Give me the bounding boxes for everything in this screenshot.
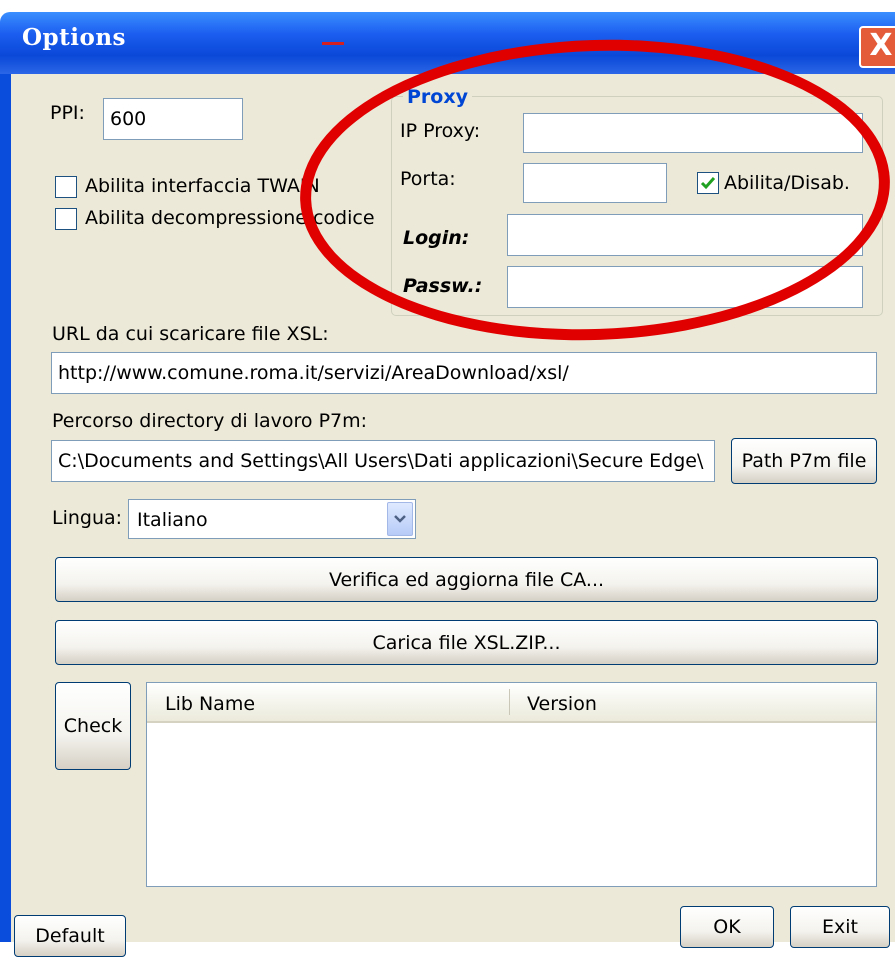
port-label: Porta: <box>400 168 456 190</box>
window-left-border <box>0 74 11 942</box>
proxy-enable-checkbox[interactable] <box>697 172 719 194</box>
exit-button-label: Exit <box>822 916 858 938</box>
proxy-enable-label: Abilita/Disab. <box>724 172 850 194</box>
path-p7m-button[interactable]: Path P7m file <box>731 438 877 484</box>
window-title: Options <box>22 24 126 51</box>
twain-label: Abilita interfaccia TWAIN <box>85 175 320 197</box>
xsl-url-label: URL da cui scaricare file XSL: <box>52 323 329 345</box>
ok-button-label: OK <box>713 916 741 938</box>
dropdown-button[interactable] <box>387 502 413 536</box>
port-input[interactable] <box>523 163 667 203</box>
language-label: Lingua: <box>52 507 123 529</box>
column-divider[interactable] <box>509 689 510 715</box>
default-button[interactable]: Default <box>14 915 126 957</box>
p7m-path-value: C:\Documents and Settings\All Users\Dati… <box>58 449 704 472</box>
xsl-url-input[interactable]: http://www.comune.roma.it/servizi/AreaDo… <box>51 352 877 394</box>
exit-button[interactable]: Exit <box>790 906 890 948</box>
list-header: Lib Name Version <box>147 683 876 723</box>
language-selected: Italiano <box>137 509 208 531</box>
ppi-label: PPI: <box>50 102 85 124</box>
column-header-version[interactable]: Version <box>527 693 597 715</box>
load-xsl-label: Carica file XSL.ZIP... <box>372 631 561 654</box>
load-xsl-button[interactable]: Carica file XSL.ZIP... <box>55 620 878 665</box>
ppi-value: 600 <box>110 107 147 130</box>
language-select[interactable]: Italiano <box>128 499 416 539</box>
verify-ca-label: Verifica ed aggiorna file CA... <box>328 568 605 591</box>
check-button[interactable]: Check <box>55 682 131 770</box>
ppi-input[interactable]: 600 <box>103 98 243 140</box>
p7m-path-input[interactable]: C:\Documents and Settings\All Users\Dati… <box>51 440 715 482</box>
decompress-label: Abilita decompressione codice <box>85 207 375 229</box>
column-header-lib-name[interactable]: Lib Name <box>165 693 255 715</box>
check-button-label: Check <box>63 715 123 737</box>
chevron-down-icon <box>394 515 406 523</box>
path-p7m-button-label: Path P7m file <box>741 450 867 472</box>
ip-proxy-label: IP Proxy: <box>400 120 481 142</box>
proxy-legend: Proxy <box>403 86 472 108</box>
p7m-label: Percorso directory di lavoro P7m: <box>52 410 368 432</box>
default-button-label: Default <box>35 925 105 947</box>
close-icon: X <box>869 28 893 63</box>
close-button[interactable]: X <box>859 26 895 68</box>
options-window: Options X PPI: 600 Abilita interfaccia T… <box>0 0 895 961</box>
twain-checkbox[interactable] <box>55 176 77 198</box>
login-input[interactable] <box>507 214 863 256</box>
password-input[interactable] <box>507 266 863 308</box>
login-label: Login: <box>403 227 470 249</box>
title-bar[interactable]: Options X <box>0 12 895 74</box>
ip-proxy-input[interactable] <box>523 113 863 153</box>
ok-button[interactable]: OK <box>680 906 774 948</box>
password-label: Passw.: <box>403 275 483 297</box>
decompress-checkbox[interactable] <box>55 208 77 230</box>
annotation-dash <box>322 42 344 45</box>
xsl-url-value: http://www.comune.roma.it/servizi/AreaDo… <box>58 361 569 384</box>
verify-ca-button[interactable]: Verifica ed aggiorna file CA... <box>55 557 878 602</box>
check-icon <box>700 177 716 190</box>
library-list[interactable]: Lib Name Version <box>146 682 877 887</box>
